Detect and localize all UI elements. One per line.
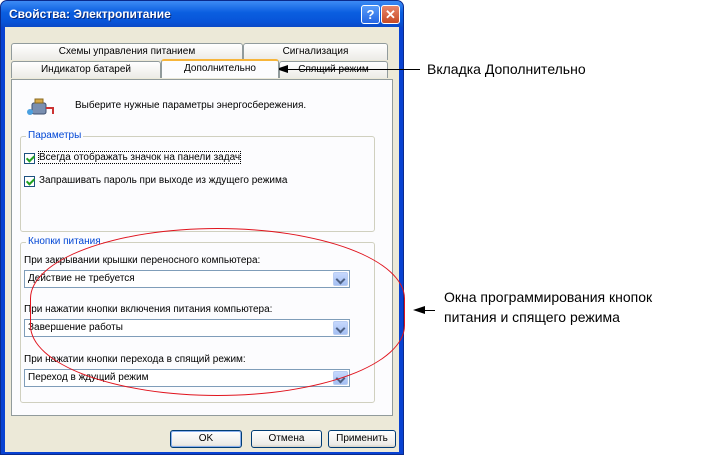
ask-password-checkbox[interactable] (24, 176, 35, 187)
callout-line (286, 69, 420, 70)
tab-advanced[interactable]: Дополнительно (161, 59, 279, 78)
parameters-group: Параметры Всегда отображать значок на па… (20, 130, 375, 232)
tab-power-schemes[interactable]: Схемы управления питанием (11, 43, 243, 60)
tab-label: Сигнализация (282, 46, 349, 57)
cancel-button[interactable]: Отмена (251, 430, 322, 448)
buttons-callout-line1: Окна программирования кнопок (444, 289, 653, 305)
tab-label: Дополнительно (184, 63, 256, 74)
close-button[interactable]: ✕ (381, 5, 400, 24)
banner-text: Выберите нужные параметры энергосбережен… (75, 100, 307, 111)
tab-callout-text: Вкладка Дополнительно (427, 61, 586, 77)
callout-line (423, 310, 435, 311)
help-button[interactable]: ? (361, 5, 380, 24)
tab-battery-meter[interactable]: Индикатор батарей (11, 61, 161, 78)
ok-button[interactable]: OK (170, 430, 242, 448)
tab-alarms[interactable]: Сигнализация (243, 43, 388, 60)
show-tray-icon-checkbox[interactable] (24, 153, 35, 164)
buttons-callout-line2: питания и спящего режима (444, 309, 620, 325)
parameters-legend: Параметры (26, 130, 84, 141)
battery-plug-icon (27, 98, 54, 115)
window-title: Свойства: Электропитание (9, 7, 171, 21)
tab-label: Схемы управления питанием (58, 46, 196, 57)
apply-button[interactable]: Применить (328, 430, 396, 448)
title-bar[interactable]: Свойства: Электропитание ? ✕ (1, 1, 403, 27)
ask-password-label[interactable]: Запрашивать пароль при выходе из ждущего… (39, 175, 287, 186)
highlight-oval (30, 228, 405, 396)
tab-label: Индикатор батарей (40, 64, 131, 75)
show-tray-icon-label[interactable]: Всегда отображать значок на панели задач (37, 151, 242, 164)
